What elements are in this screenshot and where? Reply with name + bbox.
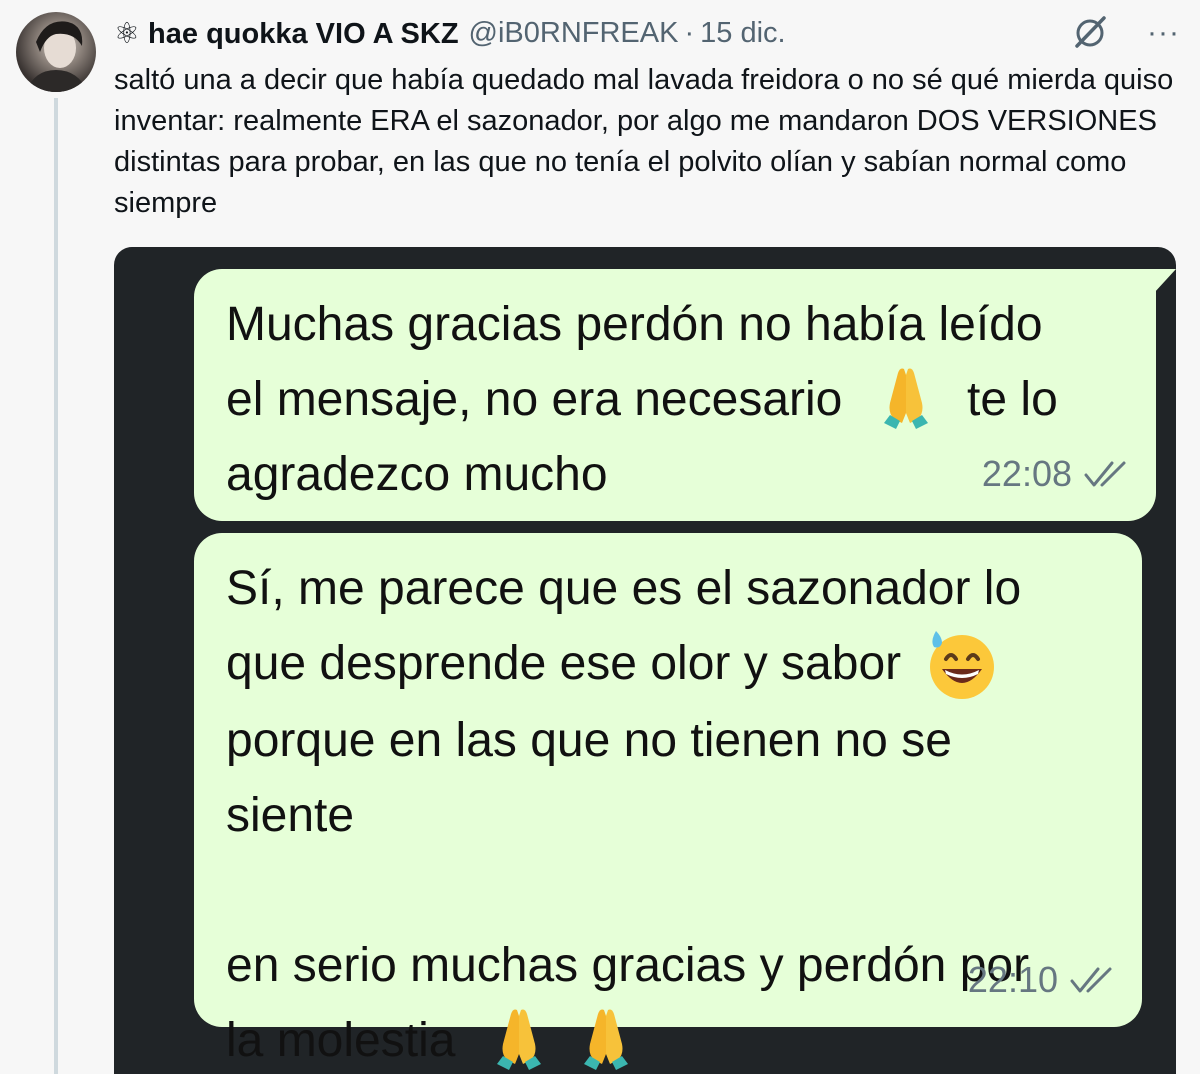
tweet-date[interactable]: 15 dic. (700, 17, 785, 50)
message-meta: 22:10 (968, 942, 1116, 1017)
tweet-header: ⚛ hae quokka VIO A SKZ @iB0RNFREAK · 15 … (114, 14, 1180, 52)
message-meta: 22:08 (982, 436, 1130, 511)
chat-bubble-1: Muchas gracias perdón no había leído el … (194, 269, 1156, 521)
chat-bubble-2: Sí, me parece que es el sazonador lo que… (194, 533, 1142, 1070)
tweet-text: saltó una a decir que había quedado mal … (114, 64, 1174, 219)
message-text: que desprende ese olor y sabor (226, 637, 902, 690)
display-name[interactable]: ⚛ hae quokka VIO A SKZ (114, 16, 459, 51)
grok-icon[interactable] (1071, 14, 1109, 52)
message-line: que desprende ese olor y sabor (226, 626, 1106, 703)
message-line: porque en las que no tienen no se (226, 714, 952, 767)
handle[interactable]: @iB0RNFREAK (469, 17, 679, 50)
double-check-icon (1070, 967, 1112, 992)
folded-hands-icon (883, 368, 928, 429)
message-line: el mensaje, no era necesario te lo (226, 362, 1120, 437)
message-line: Sí, me parece que es el sazonador lo (226, 562, 1022, 615)
folded-hands-icon (496, 1009, 541, 1070)
thread-line (54, 98, 58, 1074)
message-text: el mensaje, no era necesario (226, 373, 843, 426)
more-options-icon[interactable]: ··· (1147, 16, 1180, 50)
grinning-face-with-sweat-icon (930, 631, 995, 699)
folded-hands-icon (584, 1009, 629, 1070)
avatar[interactable] (16, 12, 96, 92)
message-text: la molestia (226, 1014, 456, 1067)
double-check-icon (1084, 461, 1126, 486)
message-line: siente (226, 789, 355, 842)
bubble-tail (1154, 269, 1176, 293)
separator: · (684, 16, 695, 49)
message-text: te lo (967, 373, 1058, 426)
message-line: Muchas gracias perdón no había leído (226, 298, 1043, 351)
chat-screenshot[interactable]: Muchas gracias perdón no había leído el … (114, 247, 1176, 1074)
message-time: 22:10 (967, 959, 1058, 1000)
message-time: 22:08 (981, 453, 1072, 494)
avatar-image (26, 21, 88, 92)
